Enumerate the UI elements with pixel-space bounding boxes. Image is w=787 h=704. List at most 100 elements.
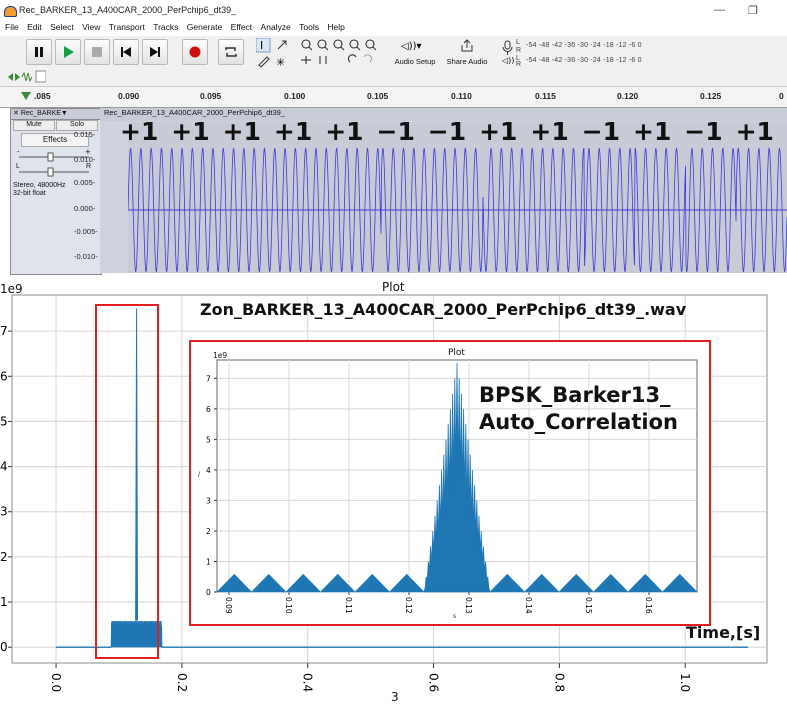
x-tick-label: 0.6 [427, 673, 441, 692]
inset-y-tick-label: 1 [206, 557, 211, 566]
chip-label: +1 [735, 117, 774, 146]
clip-name: Rec_BARKER_13_A400CAR_2000_PerPchip6_dt3… [104, 108, 285, 117]
fit-zoom-icons[interactable] [8, 70, 46, 84]
ruler-label: 0.095 [200, 91, 222, 101]
restore-button[interactable]: ❐ [748, 4, 758, 17]
annotation-line-1: BPSK_Barker13_ [479, 383, 671, 407]
timeline-options-icon[interactable] [20, 90, 32, 102]
chip-label: +1 [479, 117, 518, 146]
y-tick-label: 6 [0, 369, 8, 383]
y-tick-label: 3 [0, 505, 8, 519]
svg-text:I: I [260, 39, 263, 52]
meter-R-label-rec: R [516, 47, 522, 54]
chip-label: −1 [684, 117, 723, 146]
minimize-button[interactable]: — [714, 4, 725, 16]
menu-edit[interactable]: Edit [27, 22, 42, 32]
inset-annotation: BPSK_Barker13_ Auto_Correlation [479, 382, 678, 436]
amplitude-axis: 0.015- 0.010- 0.005- 0.000- -0.005- -0.0… [74, 122, 100, 273]
menu-tracks[interactable]: Tracks [153, 22, 178, 32]
menu-transport[interactable]: Transport [109, 22, 145, 32]
amp-tick: -0.010- [74, 252, 98, 261]
svg-text:◁))▾: ◁))▾ [401, 41, 422, 52]
ruler-label: 0.090 [118, 91, 140, 101]
amp-tick: 0.005- [74, 178, 96, 187]
pan-left-label: L [16, 163, 20, 170]
menu-file[interactable]: File [5, 22, 19, 32]
ruler-label: 0.115 [535, 91, 556, 101]
menu-help[interactable]: Help [327, 22, 344, 32]
speaker-icon: ◁))▾ [401, 41, 422, 52]
barker-chip-labels: +1 +1 +1 +1 +1 −1 −1 +1 +1 −1 +1 −1 +1 [120, 117, 787, 147]
y-tick-label: 7 [0, 324, 8, 338]
meter-R-label-play: R [516, 61, 522, 68]
window-titlebar: Rec_BARKER_13_A400CAR_2000_PerPchip6_dt3… [0, 0, 787, 22]
audio-setup-button[interactable]: ◁))▾ Audio Setup [393, 38, 437, 66]
transport-toolbar: I ✳ ◁))▾ Audio Setup Share Audio ◁)) L R… [0, 36, 787, 69]
ruler-label: .085 [34, 91, 51, 101]
track-name-bar[interactable]: ✕ Rec_BARKE▼ [11, 109, 101, 120]
amp-tick: 0.015- [74, 130, 96, 139]
skip-end-button[interactable] [142, 39, 168, 65]
share-audio-button[interactable]: Share Audio [445, 38, 489, 66]
play-button[interactable] [55, 39, 81, 65]
y-tick-label: 5 [0, 414, 8, 428]
track-bitdepth: 32-bit float [13, 190, 46, 197]
menu-select[interactable]: Select [50, 22, 74, 32]
inset-y-tick-label: 5 [206, 435, 211, 444]
inset-x-tick-label: 0.12 [404, 597, 413, 614]
chip-label: −1 [376, 117, 415, 146]
inset-y-tick-label: 3 [206, 496, 211, 505]
y-tick-label: 0 [0, 640, 8, 654]
chip-label: +1 [530, 117, 569, 146]
timeline-ruler[interactable]: .085 0.090 0.095 0.100 0.105 0.110 0.115… [0, 86, 787, 108]
play-icon [64, 46, 74, 58]
skip-end-icon [150, 47, 160, 57]
ruler-label: 0.100 [284, 91, 306, 101]
loop-button[interactable] [218, 39, 244, 65]
stop-icon [92, 47, 102, 57]
track-format: Stereo, 48000Hz [13, 182, 66, 189]
inset-y-tick-label: 4 [206, 466, 211, 475]
y-tick-label: 2 [0, 550, 8, 564]
chip-label: +1 [120, 117, 159, 146]
menu-analyze[interactable]: Analyze [261, 22, 291, 32]
secondary-toolbar [0, 68, 787, 86]
menu-effect[interactable]: Effect [231, 22, 253, 32]
mute-button[interactable]: Mute [13, 120, 55, 131]
x-tick-label: 0.2 [175, 673, 189, 692]
pause-button[interactable] [26, 39, 52, 65]
playback-meter-scale[interactable]: -54 -48 -42 -36 -30 -24 -18 -12 -6 0 [526, 57, 642, 64]
inset-x-tick-label: 0.09 [224, 597, 233, 614]
menu-tools[interactable]: Tools [299, 22, 319, 32]
ruler-label: 0 [779, 91, 784, 101]
inset-y-tick-label: 6 [206, 405, 211, 414]
skip-start-button[interactable] [113, 39, 139, 65]
svg-text:✳: ✳ [276, 56, 285, 68]
inset-x-tick-label: 0.13 [464, 597, 473, 614]
track-info: Stereo, 48000Hz 32-bit float [13, 182, 66, 198]
record-button[interactable] [182, 39, 208, 65]
menu-generate[interactable]: Generate [187, 22, 222, 32]
share-audio-label: Share Audio [446, 57, 488, 66]
loop-icon [225, 47, 237, 57]
amp-tick: 0.010- [74, 155, 96, 164]
inset-plot-frame: Plot 1e9 0.09 0.10 0.11 0.12 0.13 0.14 0.15 0.1… [189, 340, 711, 626]
menu-view[interactable]: View [82, 22, 100, 32]
close-track-icon[interactable]: ✕ [13, 110, 19, 117]
stop-button[interactable] [84, 39, 110, 65]
share-icon [461, 39, 473, 52]
inset-x-tick-label: 0.16 [644, 597, 653, 614]
track-name[interactable]: Rec_BARKE▼ [21, 110, 68, 117]
chip-label: −1 [427, 117, 467, 146]
chip-label: −1 [581, 117, 621, 146]
bottom-label: 3 [391, 690, 399, 704]
audio-setup-label: Audio Setup [394, 57, 436, 66]
zoom-tools[interactable] [300, 38, 380, 68]
annotation-line-2: Auto_Correlation [479, 410, 678, 434]
x-tick-label: 0.8 [552, 673, 566, 692]
inset-x-tick-label: 0.10 [284, 597, 293, 614]
tool-icons[interactable]: I ✳ [256, 38, 296, 68]
chart-title: Zon_BARKER_13_A400CAR_2000_PerPchip6_dt3… [200, 300, 687, 319]
x-tick-label: 0.4 [301, 673, 315, 692]
record-meter-scale[interactable]: -54 -48 -42 -36 -30 -24 -18 -12 -6 0 [526, 42, 642, 49]
